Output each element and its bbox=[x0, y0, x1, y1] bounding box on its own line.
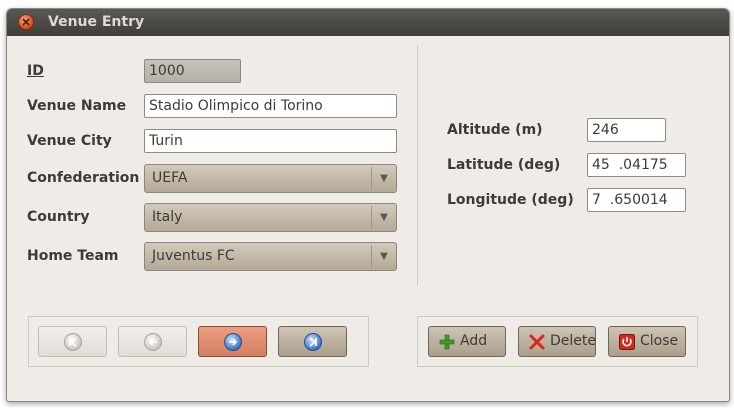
country-select[interactable]: Italy ▼ bbox=[144, 203, 397, 232]
previous-record-icon bbox=[143, 332, 162, 351]
last-record-button[interactable] bbox=[278, 326, 347, 357]
add-button[interactable]: Add bbox=[428, 326, 506, 357]
venue-name-input[interactable]: Stadio Olimpico di Torino bbox=[144, 94, 397, 118]
home-team-label: Home Team bbox=[27, 248, 119, 264]
window-title: Venue Entry bbox=[48, 14, 145, 30]
confederation-select[interactable]: UEFA ▼ bbox=[144, 164, 397, 193]
id-field: 1000 bbox=[144, 59, 241, 83]
plus-icon bbox=[439, 334, 455, 350]
delete-button-label: Delete bbox=[550, 333, 596, 349]
delete-x-icon bbox=[529, 334, 545, 350]
venue-entry-window: Venue Entry ID Venue Name Venue City Con… bbox=[6, 8, 730, 402]
longitude-input[interactable]: 7 .650014 bbox=[587, 188, 686, 212]
altitude-label: Altitude (m) bbox=[447, 122, 543, 138]
title-bar: Venue Entry bbox=[7, 9, 729, 36]
close-button-label: Close bbox=[640, 333, 679, 349]
venue-city-input[interactable]: Turin bbox=[144, 129, 397, 153]
last-record-icon bbox=[303, 332, 322, 351]
venue-name-label: Venue Name bbox=[27, 98, 127, 114]
chevron-down-icon: ▼ bbox=[371, 245, 396, 268]
chevron-down-icon: ▼ bbox=[371, 206, 396, 229]
first-record-button[interactable] bbox=[38, 326, 107, 357]
next-record-icon bbox=[223, 332, 242, 351]
home-team-value: Juventus FC bbox=[152, 248, 235, 264]
latitude-label: Latitude (deg) bbox=[447, 157, 561, 173]
close-button[interactable]: Close bbox=[608, 326, 686, 357]
power-icon bbox=[619, 334, 635, 350]
id-label-text: ID bbox=[27, 63, 44, 79]
delete-button[interactable]: Delete bbox=[518, 326, 596, 357]
confederation-label: Confederation bbox=[27, 170, 140, 186]
confederation-value: UEFA bbox=[152, 170, 188, 186]
close-icon bbox=[22, 18, 30, 26]
window-close-button[interactable] bbox=[18, 14, 34, 30]
id-label: ID bbox=[27, 63, 44, 79]
first-record-icon bbox=[63, 332, 82, 351]
add-button-label: Add bbox=[460, 333, 488, 349]
chevron-down-icon: ▼ bbox=[371, 167, 396, 190]
vertical-divider bbox=[417, 45, 418, 285]
previous-record-button[interactable] bbox=[118, 326, 187, 357]
venue-city-label: Venue City bbox=[27, 133, 112, 149]
next-record-button[interactable] bbox=[198, 326, 267, 357]
altitude-input[interactable]: 246 bbox=[587, 118, 666, 142]
home-team-select[interactable]: Juventus FC ▼ bbox=[144, 242, 397, 271]
country-label: Country bbox=[27, 209, 90, 225]
longitude-label: Longitude (deg) bbox=[447, 192, 574, 208]
country-value: Italy bbox=[152, 209, 183, 225]
latitude-input[interactable]: 45 .04175 bbox=[587, 153, 686, 177]
